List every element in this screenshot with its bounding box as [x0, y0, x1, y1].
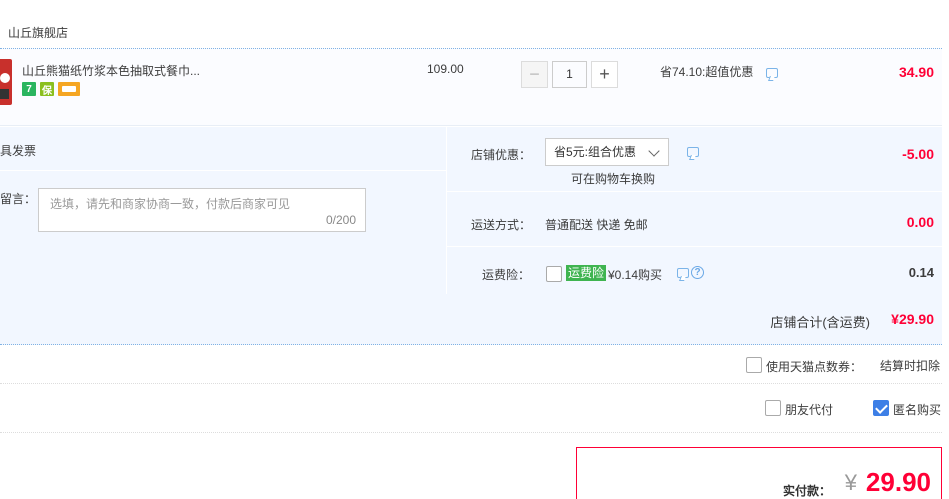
- payment-summary-box: 实付款： ¥ 29.90: [576, 447, 942, 499]
- product-badges: 7 保: [22, 82, 80, 97]
- shop-discount-amount: -5.00: [902, 146, 934, 162]
- chat-icon[interactable]: [677, 268, 689, 278]
- insurance-price: ¥0.14购买: [608, 268, 663, 282]
- insurance-tag: 运费险: [566, 265, 607, 281]
- insurance-checkbox[interactable]: [546, 266, 562, 282]
- shop-discount-select[interactable]: 省5元:组合优惠: [545, 138, 669, 166]
- invoice-label[interactable]: 具发票: [0, 142, 36, 159]
- guarantee-icon[interactable]: 保: [40, 82, 54, 97]
- credit-card-icon[interactable]: [58, 82, 80, 96]
- shop-discount-selected: 省5元:组合优惠: [554, 145, 637, 159]
- chat-icon[interactable]: [766, 68, 778, 78]
- shop-summary-panel: 店铺优惠： 省5元:组合优惠 可在购物车换购 -5.00 运送方式： 0.00 …: [447, 127, 942, 294]
- payment-options-row: 朋友代付 匿名购买: [0, 385, 942, 433]
- friend-pay-checkbox[interactable]: [765, 400, 781, 416]
- shop-total-amount: ¥29.90: [891, 311, 934, 327]
- anonymous-label[interactable]: 匿名购买: [893, 401, 941, 418]
- shop-discount-hint: 可在购物车换购: [571, 172, 656, 186]
- shipping-label: 运送方式：: [471, 218, 532, 232]
- invoice-row: [0, 127, 446, 171]
- order-extras-panel: 具发票 留言： 选填，请先和商家协商一致，付款后商家可见 0/200: [0, 127, 446, 294]
- insurance-label: 运费险：: [482, 268, 531, 282]
- decrease-quantity-button[interactable]: −: [521, 61, 548, 88]
- points-label[interactable]: 使用天猫点数券：: [766, 358, 862, 375]
- unit-price: 109.00: [427, 62, 464, 76]
- product-title[interactable]: 山丘熊猫纸竹浆本色抽取式餐巾...: [22, 62, 200, 79]
- payment-label: 实付款：: [782, 484, 831, 498]
- chat-icon[interactable]: [687, 147, 699, 157]
- shipping-method: 普通配送 快递 免邮: [545, 218, 648, 232]
- shop-discount-row: 店铺优惠： 省5元:组合优惠 可在购物车换购 -5.00: [447, 127, 942, 192]
- shop-total-row: 店铺合计(含运费) ¥29.90: [0, 294, 942, 345]
- quantity-input[interactable]: 1: [552, 61, 587, 88]
- shop-name[interactable]: 山丘旗舰店: [8, 24, 68, 41]
- help-icon[interactable]: ?: [691, 266, 704, 279]
- message-placeholder: 选填，请先和商家协商一致，付款后商家可见: [50, 197, 291, 211]
- chevron-down-icon: [648, 145, 660, 157]
- message-char-count: 0/200: [325, 213, 356, 227]
- points-note: 结算时扣除: [880, 359, 941, 373]
- payment-currency: ¥: [844, 470, 857, 495]
- points-checkbox[interactable]: [746, 357, 762, 373]
- insurance-amount: 0.14: [908, 265, 934, 280]
- shop-discount-label: 店铺优惠：: [471, 148, 532, 162]
- anonymous-checkbox[interactable]: [873, 400, 889, 416]
- shipping-amount: 0.00: [906, 214, 934, 230]
- seven-day-return-icon[interactable]: 7: [22, 82, 36, 96]
- message-label: 留言：: [0, 192, 37, 206]
- points-row: 使用天猫点数券： 结算时扣除: [0, 346, 942, 384]
- shop-total-label: 店铺合计(含运费): [770, 315, 870, 330]
- cart-item-row: 山丘熊猫纸竹浆本色抽取式餐巾... 7 保 109.00 − 1 + 省74.1…: [0, 48, 942, 126]
- message-textarea[interactable]: 选填，请先和商家协商一致，付款后商家可见 0/200: [38, 188, 366, 232]
- payment-amount: 29.90: [865, 467, 931, 497]
- item-subtotal: 34.90: [898, 64, 934, 80]
- increase-quantity-button[interactable]: +: [591, 61, 618, 88]
- product-thumbnail[interactable]: [0, 59, 12, 105]
- shipping-row: 运送方式： 0.00: [447, 192, 942, 247]
- saving-note: 省74.10:超值优惠: [660, 65, 754, 79]
- friend-pay-label[interactable]: 朋友代付: [785, 401, 833, 418]
- quantity-stepper: − 1 +: [521, 61, 618, 88]
